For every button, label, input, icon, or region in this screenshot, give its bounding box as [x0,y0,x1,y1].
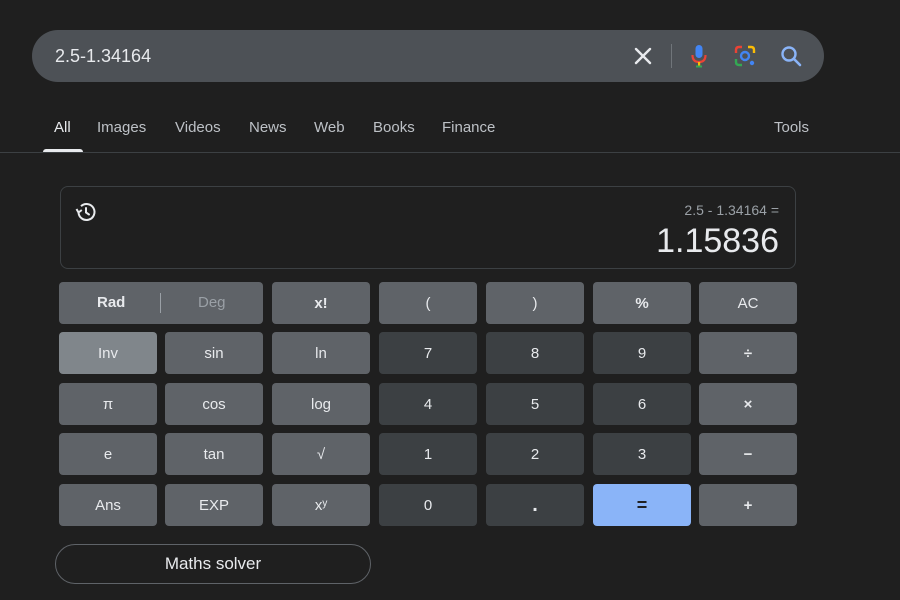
plus-key[interactable]: + [699,484,797,526]
digit-5-key[interactable]: 5 [486,383,584,425]
digit-6-key[interactable]: 6 [593,383,691,425]
left-paren-key[interactable]: ( [379,282,477,324]
tools-button[interactable]: Tools [774,112,809,152]
microphone-icon[interactable] [684,41,714,71]
e-key[interactable]: e [59,433,157,475]
calculator-expression: 2.5 - 1.34164 = [684,202,779,218]
maths-solver-button[interactable]: Maths solver [55,544,371,584]
power-key[interactable]: xʸ [272,484,370,526]
search-icon[interactable] [776,41,806,71]
log-key[interactable]: log [272,383,370,425]
right-paren-key[interactable]: ) [486,282,584,324]
digit-3-key[interactable]: 3 [593,433,691,475]
digit-2-key[interactable]: 2 [486,433,584,475]
pi-key[interactable]: π [59,383,157,425]
tabs-divider [0,152,900,153]
divide-key[interactable]: ÷ [699,332,797,374]
tab-videos[interactable]: Videos [175,112,221,152]
digit-4-key[interactable]: 4 [379,383,477,425]
percent-key[interactable]: % [593,282,691,324]
inverse-key[interactable]: Inv [59,332,157,374]
decimal-key[interactable]: . [486,484,584,526]
calculator-display: 2.5 - 1.34164 = 1.15836 [60,186,796,269]
history-icon[interactable] [74,200,98,224]
minus-key[interactable]: − [699,433,797,475]
calculator-result: 1.15836 [656,222,779,260]
tab-books[interactable]: Books [373,112,415,152]
digit-7-key[interactable]: 7 [379,332,477,374]
digit-0-key[interactable]: 0 [379,484,477,526]
search-bar[interactable]: 2.5-1.34164 [32,30,824,82]
search-input[interactable]: 2.5-1.34164 [55,30,151,82]
sqrt-key[interactable]: √ [272,433,370,475]
digit-8-key[interactable]: 8 [486,332,584,374]
clear-icon[interactable] [628,41,658,71]
ln-key[interactable]: ln [272,332,370,374]
equals-key[interactable]: = [593,484,691,526]
rad-option[interactable]: Rad [97,282,125,324]
tab-finance[interactable]: Finance [442,112,495,152]
search-tabs: All Images Videos News Web Books Finance… [0,112,900,152]
tab-all[interactable]: All [54,112,71,152]
google-lens-icon[interactable] [730,41,760,71]
angle-mode-toggle[interactable]: Rad Deg [59,282,263,324]
ans-key[interactable]: Ans [59,484,157,526]
exp-key[interactable]: EXP [165,484,263,526]
search-divider [671,44,672,68]
digit-1-key[interactable]: 1 [379,433,477,475]
cos-key[interactable]: cos [165,383,263,425]
deg-option[interactable]: Deg [198,282,226,324]
multiply-key[interactable]: × [699,383,797,425]
digit-9-key[interactable]: 9 [593,332,691,374]
tan-key[interactable]: tan [165,433,263,475]
tab-web[interactable]: Web [314,112,345,152]
sin-key[interactable]: sin [165,332,263,374]
tab-news[interactable]: News [249,112,287,152]
tab-images[interactable]: Images [97,112,146,152]
all-clear-key[interactable]: AC [699,282,797,324]
mode-separator [160,293,161,313]
factorial-key[interactable]: x! [272,282,370,324]
